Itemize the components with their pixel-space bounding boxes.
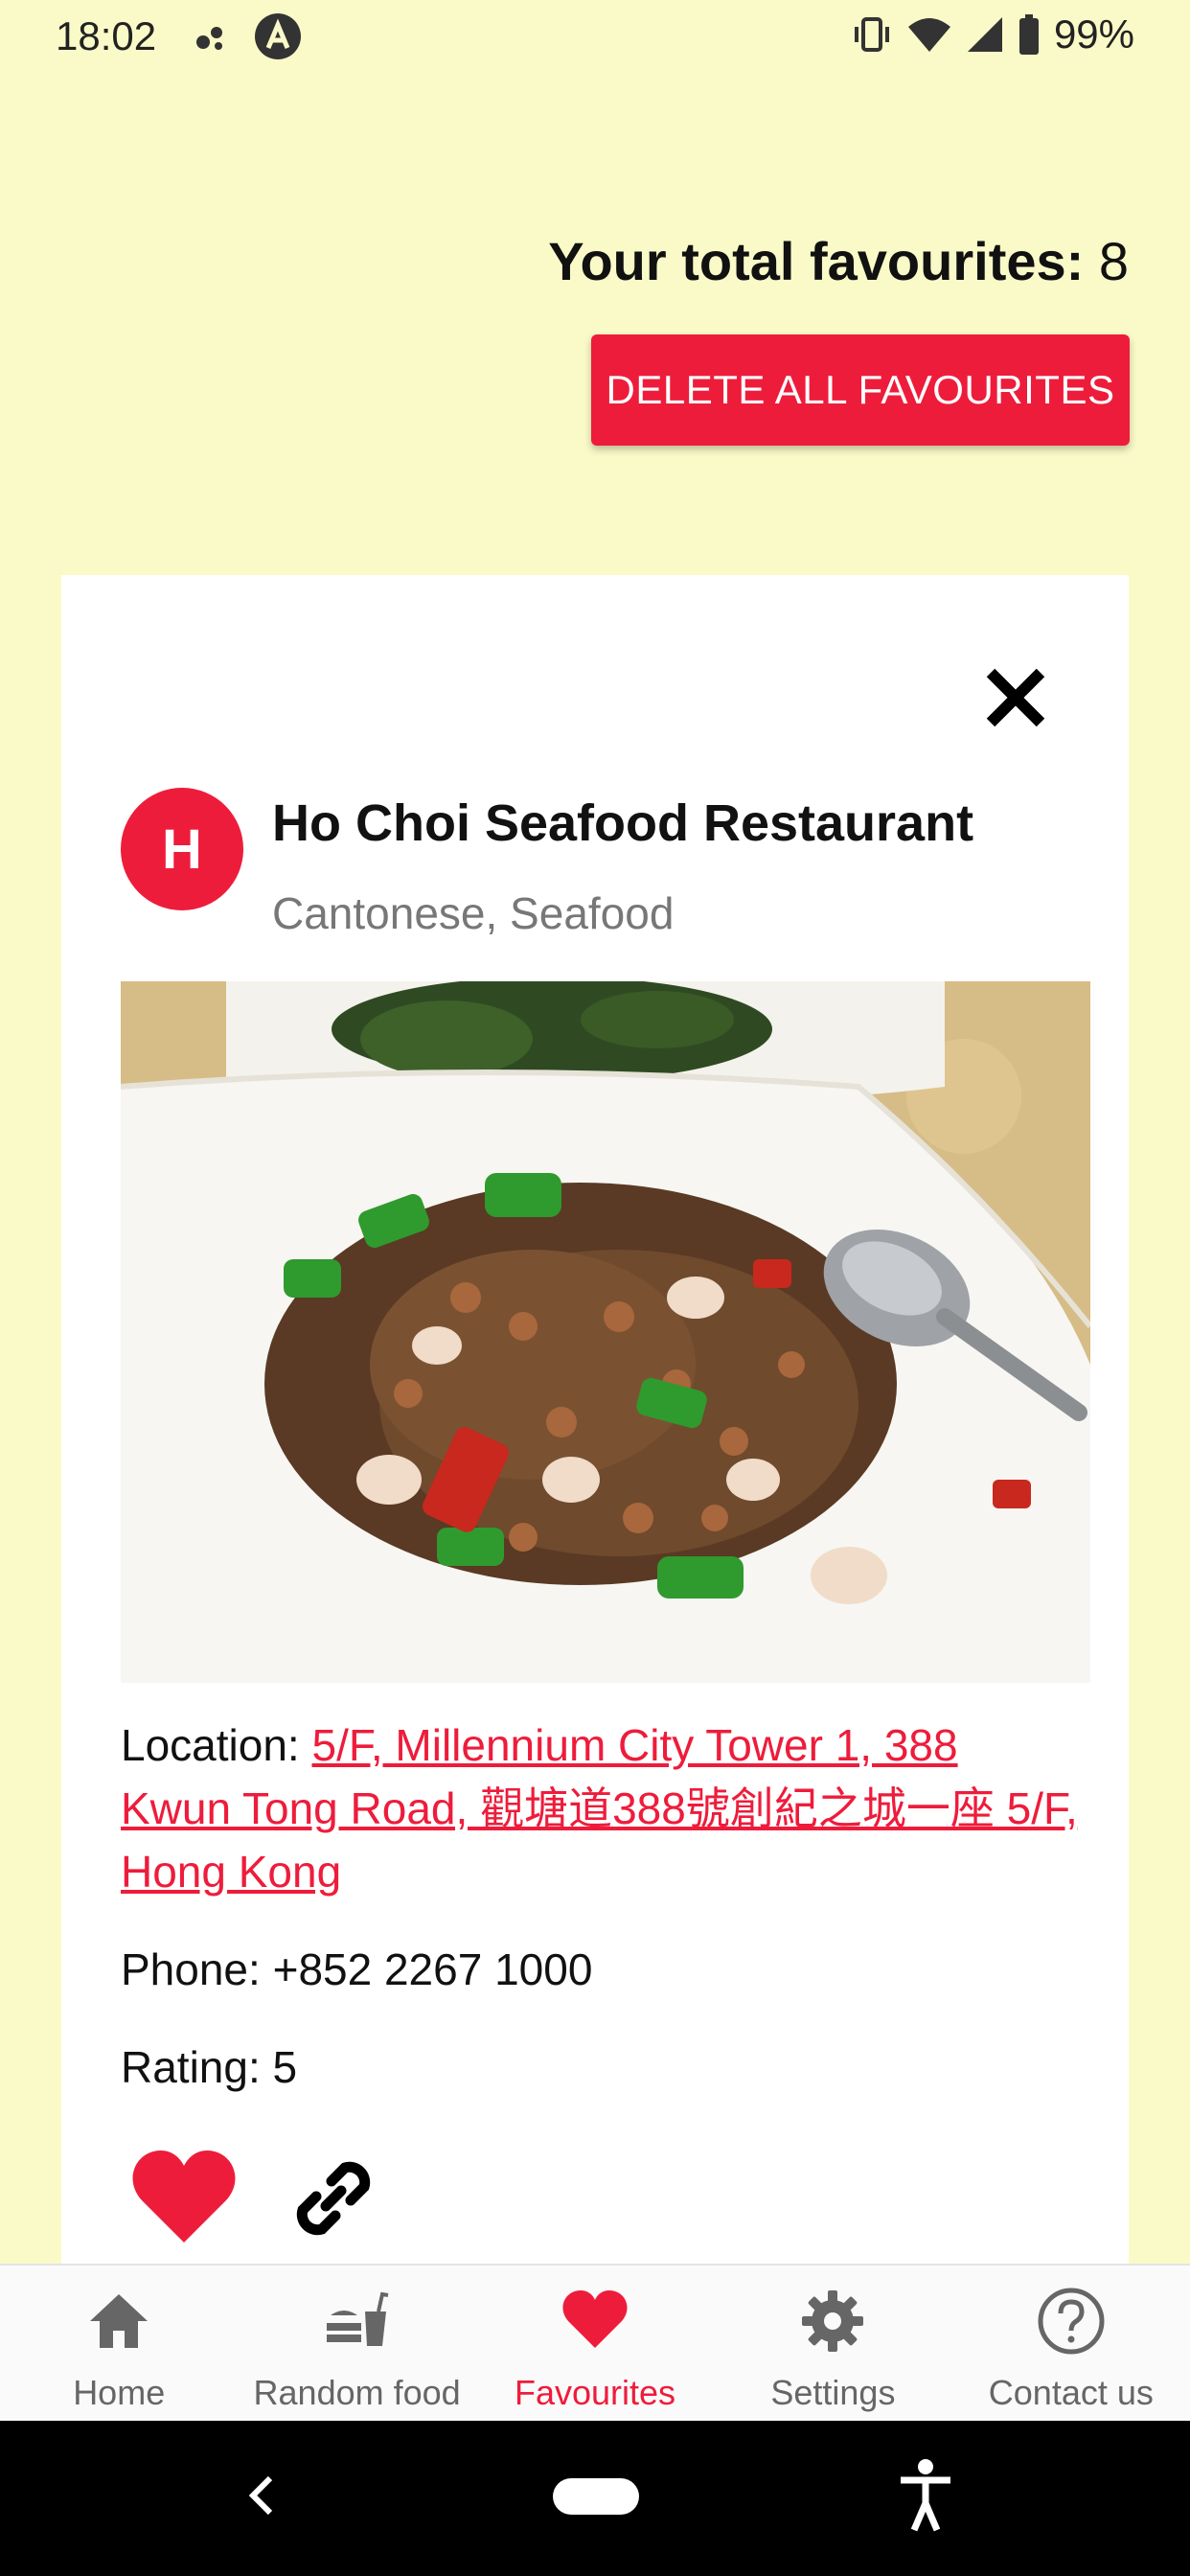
total-favourites-label: Your total favourites:: [548, 231, 1085, 291]
status-bar: 18:02 99%: [0, 0, 1190, 77]
system-navigation-bar: [0, 2421, 1190, 2576]
notification-dots-icon: [196, 27, 222, 50]
favourite-heart-icon[interactable]: [130, 2147, 238, 2246]
nav-random-food-label: Random food: [253, 2373, 461, 2412]
signal-icon: [967, 17, 1002, 52]
nav-home[interactable]: Home: [0, 2266, 238, 2423]
bottom-navigation: Home Random food Favourites Settings Con…: [0, 2264, 1190, 2423]
restaurant-location: Location: 5/F, Millennium City Tower 1, …: [121, 1714, 1079, 1903]
nav-home-label: Home: [73, 2373, 166, 2412]
delete-all-favourites-button[interactable]: DELETE ALL FAVOURITES: [591, 334, 1130, 446]
battery-percent: 99%: [1053, 12, 1134, 57]
nav-favourites[interactable]: Favourites: [476, 2266, 714, 2423]
link-icon[interactable]: [282, 2147, 385, 2250]
total-favourites: Your total favourites: 8: [548, 230, 1129, 292]
status-time: 18:02: [56, 13, 157, 58]
help-circle-icon: [1038, 2288, 1105, 2355]
close-icon[interactable]: [981, 663, 1050, 732]
nav-favourites-label: Favourites: [514, 2373, 676, 2412]
home-icon: [90, 2294, 149, 2348]
nav-random-food[interactable]: Random food: [238, 2266, 475, 2423]
restaurant-cuisine: Cantonese, Seafood: [272, 888, 675, 938]
avatar: H: [121, 788, 243, 910]
restaurant-phone: Phone: +852 2267 1000: [121, 1944, 593, 1994]
nav-contact-us-label: Contact us: [988, 2373, 1154, 2412]
heart-icon: [562, 2290, 628, 2348]
vibrate-icon: [854, 17, 889, 52]
restaurant-rating: Rating: 5: [121, 2042, 298, 2092]
gear-icon: [802, 2290, 864, 2352]
nav-settings[interactable]: Settings: [714, 2266, 951, 2423]
total-favourites-count: 8: [1098, 231, 1129, 291]
nav-settings-label: Settings: [770, 2373, 896, 2412]
nav-contact-us[interactable]: Contact us: [952, 2266, 1190, 2423]
battery-icon: [1018, 14, 1039, 55]
favourite-card: H Ho Choi Seafood Restaurant Cantonese, …: [61, 575, 1129, 2264]
back-icon[interactable]: [243, 2467, 278, 2524]
wifi-icon: [907, 18, 950, 52]
location-label: Location:: [121, 1720, 300, 1770]
a-circle-icon: [255, 13, 301, 59]
fastfood-icon: [326, 2291, 388, 2346]
food-photo: [121, 981, 1090, 1683]
accessibility-icon[interactable]: [897, 2457, 954, 2534]
restaurant-name: Ho Choi Seafood Restaurant: [272, 794, 974, 852]
home-pill-button[interactable]: [553, 2478, 639, 2515]
